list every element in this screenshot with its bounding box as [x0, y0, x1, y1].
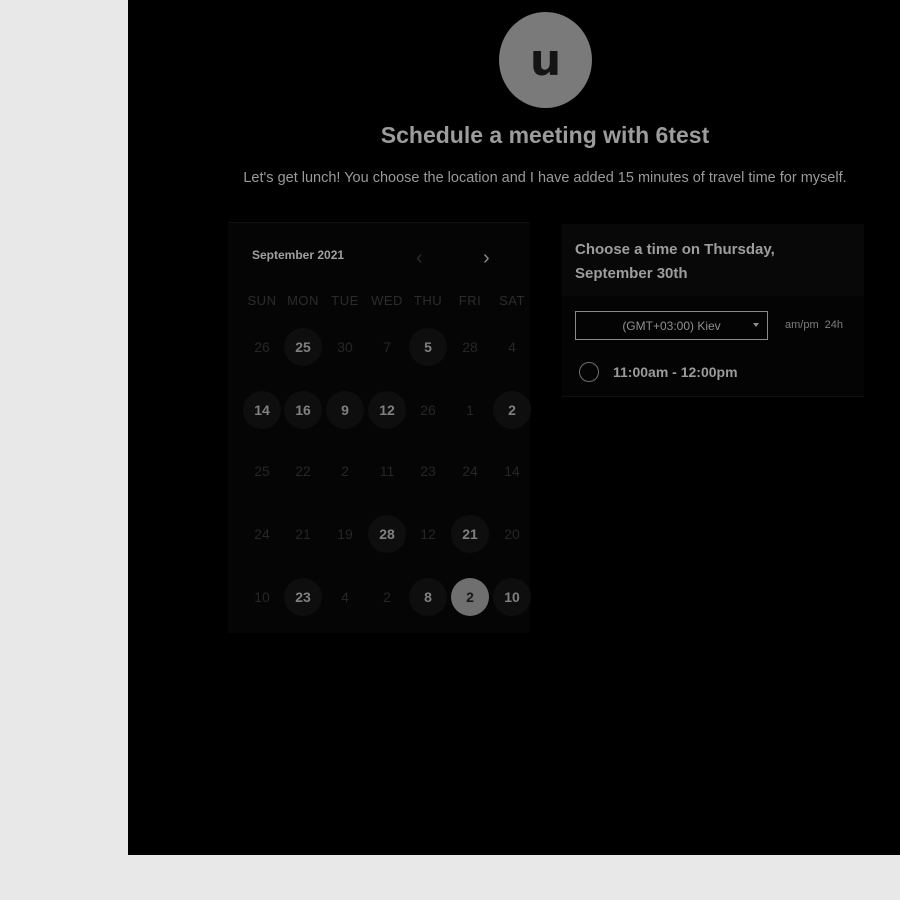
calendar-day: 21	[295, 526, 311, 542]
calendar-day[interactable]: 14	[243, 391, 281, 429]
calendar-day[interactable]: 21	[451, 515, 489, 553]
calendar-day: 2	[341, 463, 349, 479]
time-slot[interactable]: 11:00am - 12:00pm	[579, 360, 738, 384]
format-ampm-option[interactable]: am/pm	[785, 319, 819, 331]
calendar-day: 4	[341, 589, 349, 605]
calendar-day: 26	[254, 339, 270, 355]
weekday-header: TUE	[331, 293, 359, 308]
weekday-header: MON	[287, 293, 319, 308]
calendar-day: 30	[337, 339, 353, 355]
calendar-day: 1	[466, 402, 474, 418]
format-24h-option[interactable]: 24h	[825, 319, 843, 331]
calendar-day[interactable]: 8	[409, 578, 447, 616]
weekday-header: WED	[371, 293, 403, 308]
timezone-value: (GMT+03:00) Kiev	[622, 318, 721, 333]
meeting-description: Let's get lunch! You choose the location…	[243, 170, 847, 186]
calendar-day[interactable]: 9	[326, 391, 364, 429]
next-month-chevron-icon[interactable]: ›	[483, 248, 490, 268]
calendar-day: 24	[462, 463, 478, 479]
calendar-day[interactable]: 28	[368, 515, 406, 553]
calendar-day: 19	[337, 526, 353, 542]
month-label: September 2021	[252, 248, 345, 262]
page-title: Schedule a meeting with 6test	[380, 122, 710, 148]
time-slot-label: 11:00am - 12:00pm	[613, 364, 738, 380]
calendar-day-selected[interactable]: 2	[451, 578, 489, 616]
calendar-day[interactable]: 16	[284, 391, 322, 429]
calendar-day[interactable]: 23	[284, 578, 322, 616]
calendar-day: 12	[420, 526, 436, 542]
time-picker-header: Choose a time on Thursday, September 30t…	[562, 224, 864, 296]
weekday-header: THU	[413, 293, 443, 308]
calendar-day[interactable]: 12	[368, 391, 406, 429]
calendar-day: 28	[462, 339, 478, 355]
calendar-day: 20	[504, 526, 520, 542]
calendar-day: 22	[295, 463, 311, 479]
time-format-toggle: am/pm 24h	[785, 319, 849, 331]
weekday-header: SUN	[247, 293, 277, 308]
calendar: September 2021 ‹ › SUN MON TUE WED THU FRI SAT…	[228, 222, 531, 633]
radio-circle-icon[interactable]	[579, 362, 599, 382]
calendar-day: 10	[254, 589, 270, 605]
weekday-header: FRI	[458, 293, 482, 308]
caret-down-icon	[753, 323, 759, 327]
calendar-day: 23	[420, 463, 436, 479]
calendar-day[interactable]: 10	[493, 578, 531, 616]
calendar-day[interactable]: 2	[493, 391, 531, 429]
calendar-day: 24	[254, 526, 270, 542]
calendar-day: 2	[383, 589, 391, 605]
calendar-day: 7	[383, 339, 391, 355]
avatar: u	[499, 12, 592, 108]
prev-month-chevron-icon[interactable]: ‹	[416, 248, 423, 268]
calendar-day: 25	[254, 463, 270, 479]
time-picker-heading: Choose a time on Thursday, September 30t…	[575, 241, 775, 282]
timezone-select[interactable]: (GMT+03:00) Kiev	[575, 311, 768, 340]
avatar-initial: u	[529, 34, 562, 86]
time-picker: Choose a time on Thursday, September 30t…	[562, 224, 864, 397]
calendar-day: 11	[379, 463, 395, 479]
weekday-header: SAT	[499, 293, 525, 308]
calendar-day[interactable]: 25	[284, 328, 322, 366]
calendar-day: 4	[508, 339, 516, 355]
calendar-day: 14	[504, 463, 520, 479]
calendar-day[interactable]: 5	[409, 328, 447, 366]
calendar-day: 26	[420, 402, 436, 418]
